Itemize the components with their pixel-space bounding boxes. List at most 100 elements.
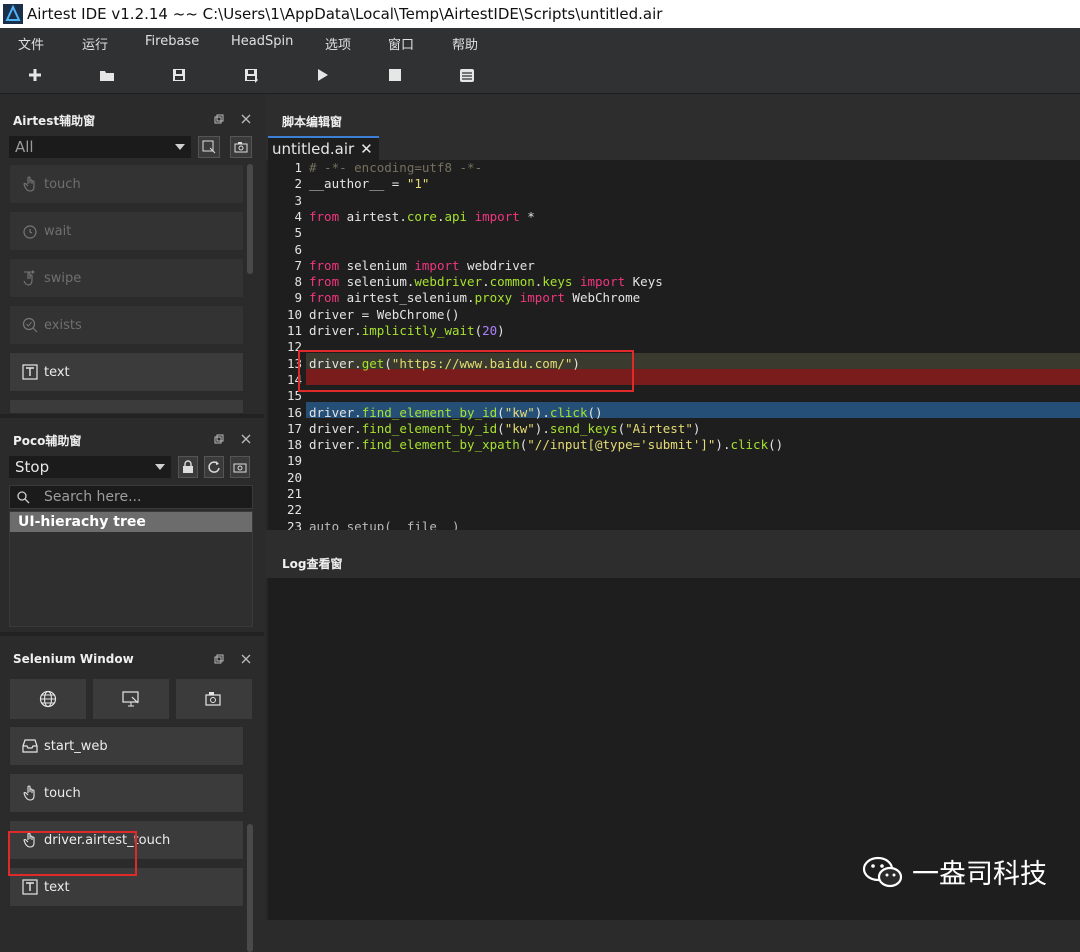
hand-icon xyxy=(21,175,39,193)
line-number: 16 xyxy=(286,404,302,420)
toolbar xyxy=(0,56,1080,94)
ui-tree[interactable]: UI-hierachy tree xyxy=(9,511,253,627)
line-number: 7 xyxy=(294,257,302,273)
airtest-panel-title: Airtest辅助窗 xyxy=(13,114,96,128)
run-icon[interactable] xyxy=(313,65,333,85)
log-icon[interactable] xyxy=(457,65,477,85)
refresh-icon[interactable] xyxy=(204,456,224,478)
save-as-icon[interactable] xyxy=(241,65,261,85)
open-folder-icon[interactable] xyxy=(97,65,117,85)
watermark: 一盎司科技 xyxy=(862,852,1047,891)
screen-select-button[interactable] xyxy=(93,679,169,719)
watermark-text: 一盎司科技 xyxy=(912,859,1047,890)
menu-firebase[interactable]: Firebase xyxy=(145,34,199,49)
close-tab-icon[interactable]: ✕ xyxy=(360,140,373,158)
title-bar: Airtest IDE v1.2.14 ~~ C:\Users\1\AppDat… xyxy=(0,0,1080,28)
code-editor[interactable]: 1 2 3 4 5 6 7 8 9 10 11 12 13 14 15 16 17 18 19 20 21 22 23 # … xyxy=(268,160,1080,530)
line-number: 18 xyxy=(286,437,302,453)
editor-tabbar: untitled.air ✕ xyxy=(266,134,1080,160)
airtest-cmd-touch[interactable]: touch xyxy=(9,164,244,204)
cmd-label: wait xyxy=(44,223,72,239)
menu-window[interactable]: 窗口 xyxy=(388,34,414,53)
line-number: 11 xyxy=(286,323,302,338)
lock-icon[interactable] xyxy=(178,456,198,478)
close-icon[interactable] xyxy=(241,114,251,124)
selenium-cmd-touch[interactable]: touch xyxy=(9,773,244,813)
close-icon[interactable] xyxy=(241,654,251,664)
airtest-filter-value: All xyxy=(15,138,34,156)
editor-title: 脚本编辑窗 xyxy=(282,115,343,129)
line-number: 4 xyxy=(294,208,302,224)
cmd-label: swipe xyxy=(44,270,82,286)
menu-headspin[interactable]: HeadSpin xyxy=(231,34,293,49)
code-line-17: driver.find_element_by_id("kw").send_key… xyxy=(309,420,701,436)
poco-mode-select[interactable]: Stop xyxy=(9,456,171,478)
code-line-16: driver.find_element_by_id("kw").click() xyxy=(309,404,603,420)
line-number: 21 xyxy=(286,486,302,501)
search-placeholder: Search here... xyxy=(44,489,142,505)
line-number: 17 xyxy=(286,420,302,436)
menu-help[interactable]: 帮助 xyxy=(452,34,478,53)
code-line-18: driver.find_element_by_xpath("//input[@t… xyxy=(309,437,784,453)
chevron-down-icon xyxy=(175,144,185,150)
menu-file[interactable]: 文件 xyxy=(18,34,44,53)
code-line-10: driver = WebChrome() xyxy=(309,306,460,322)
airtest-scrollbar[interactable] xyxy=(247,164,253,274)
screenshot-icon[interactable] xyxy=(198,136,220,158)
screen-select-icon xyxy=(122,691,139,707)
globe-icon xyxy=(39,690,57,708)
poco-panel: Poco辅助窗 Stop Search here... UI-hierachy … xyxy=(0,418,264,632)
line-number: 1 xyxy=(294,160,302,175)
float-icon[interactable] xyxy=(214,114,224,124)
airtest-cmd-exists[interactable]: exists xyxy=(9,305,244,345)
log-header: Log查看窗 xyxy=(266,530,1080,578)
airtest-cmd-text[interactable]: text xyxy=(9,352,244,392)
tab-untitled[interactable]: untitled.air ✕ xyxy=(268,136,379,160)
main-area: 脚本编辑窗 untitled.air ✕ 1 2 3 4 5 6 7 8 9 10 11 12 13 14… xyxy=(266,94,1080,920)
record-icon xyxy=(205,692,221,706)
line-number: 15 xyxy=(286,388,302,404)
menu-options[interactable]: 选项 xyxy=(325,34,351,53)
record-icon[interactable] xyxy=(230,456,250,478)
float-icon[interactable] xyxy=(214,434,224,444)
line-number: 22 xyxy=(286,502,302,518)
poco-mode-value: Stop xyxy=(15,458,50,476)
selenium-panel: Selenium Window start_web touch driver.a… xyxy=(0,636,264,952)
line-number: 13 xyxy=(286,355,302,371)
airtest-cmd-swipe[interactable]: swipe xyxy=(9,258,244,298)
cmd-label: exists xyxy=(44,317,82,333)
annotation-box xyxy=(298,350,634,392)
poco-search-field[interactable]: Search here... xyxy=(9,485,253,509)
cmd-label: text xyxy=(44,364,70,380)
search-icon xyxy=(17,491,30,504)
record-icon[interactable] xyxy=(230,136,252,158)
airtest-cmd-wait[interactable]: wait xyxy=(9,211,244,251)
selenium-scrollbar[interactable] xyxy=(247,824,253,952)
hand-icon xyxy=(21,784,39,802)
stop-icon[interactable] xyxy=(385,65,405,85)
code-line-8: from selenium.webdriver.common.keys impo… xyxy=(309,274,663,290)
code-line-4: from airtest.core.api import * xyxy=(309,208,535,224)
menu-bar: 文件 运行 Firebase HeadSpin 选项 窗口 帮助 xyxy=(0,28,1080,56)
float-icon[interactable] xyxy=(214,654,224,664)
selenium-cmd-start-web[interactable]: start_web xyxy=(9,726,244,766)
ui-tree-root[interactable]: UI-hierachy tree xyxy=(10,512,252,532)
line-number: 19 xyxy=(286,453,302,469)
close-icon[interactable] xyxy=(241,434,251,444)
globe-button[interactable] xyxy=(10,679,86,719)
line-number: 14 xyxy=(286,371,302,387)
airtest-cmd-partial[interactable] xyxy=(9,399,244,414)
airtest-filter-select[interactable]: All xyxy=(9,136,191,158)
code-line-1: # -*- encoding=utf8 -*- xyxy=(309,160,483,175)
save-icon[interactable] xyxy=(169,65,189,85)
airtest-panel: Airtest辅助窗 All touch wait swipe exists t… xyxy=(0,94,264,414)
code-line-9: from airtest_selenium.proxy import WebCh… xyxy=(309,290,641,306)
editor-header: 脚本编辑窗 xyxy=(266,94,1080,134)
line-number: 10 xyxy=(286,306,302,322)
log-title: Log查看窗 xyxy=(282,557,343,571)
search-check-icon xyxy=(21,316,39,334)
record-button[interactable] xyxy=(176,679,252,719)
new-file-icon[interactable] xyxy=(25,65,45,85)
poco-panel-title: Poco辅助窗 xyxy=(13,434,82,448)
menu-run[interactable]: 运行 xyxy=(82,34,108,53)
